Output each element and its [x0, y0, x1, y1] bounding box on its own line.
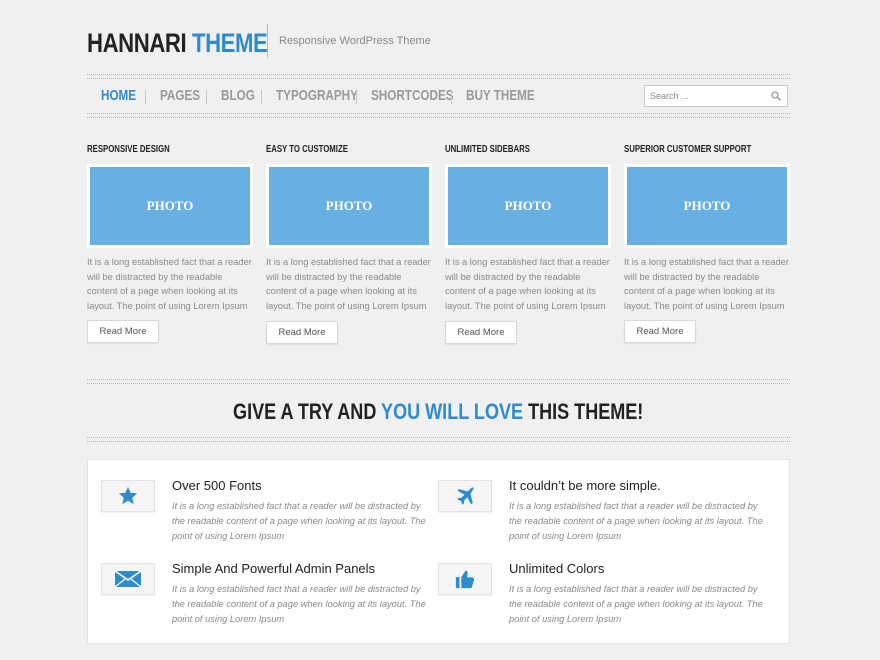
feature-block: SUPERIOR CUSTOMER SUPPORT PHOTO It is a … — [624, 144, 790, 343]
feature-photo: PHOTO — [87, 164, 253, 248]
nav-top-divider — [87, 74, 790, 79]
header-divider — [267, 24, 268, 58]
logo-text-accent: THEME — [191, 28, 268, 58]
cta-bottom-divider — [87, 437, 790, 442]
star-icon — [101, 480, 155, 512]
services-panel: Over 500 Fonts It is a long established … — [87, 459, 790, 644]
read-more-button[interactable]: Read More — [87, 320, 159, 343]
feature-block: RESPONSIVE DESIGN PHOTO It is a long est… — [87, 144, 253, 343]
cta-text-end: THIS THEME! — [528, 399, 644, 424]
cta-text-start: GIVE A TRY AND — [233, 399, 377, 424]
feature-text: It is a long established fact that a rea… — [624, 257, 789, 311]
feature-title: RESPONSIVE DESIGN — [87, 144, 170, 155]
nav-item-blog[interactable]: BLOG — [221, 87, 255, 104]
photo-placeholder: PHOTO — [90, 167, 250, 245]
feature-photo: PHOTO — [624, 164, 790, 248]
feature-photo: PHOTO — [445, 164, 611, 248]
read-more-button[interactable]: Read More — [445, 321, 517, 344]
feature-text: It is a long established fact that a rea… — [445, 257, 610, 311]
service-text: It is a long established fact that a rea… — [172, 584, 426, 624]
nav-separator — [451, 90, 452, 104]
cta-heading: GIVE A TRY AND YOU WILL LOVE THIS THEME! — [87, 399, 790, 425]
envelope-icon — [101, 563, 155, 595]
search-input[interactable] — [645, 86, 768, 106]
cta-text-highlight: YOU WILL LOVE — [381, 399, 524, 424]
feature-title: UNLIMITED SIDEBARS — [445, 144, 530, 155]
nav-separator — [261, 90, 262, 104]
feature-text: It is a long established fact that a rea… — [266, 257, 431, 311]
read-more-button[interactable]: Read More — [266, 321, 338, 344]
read-more-button[interactable]: Read More — [624, 320, 696, 343]
service-title: Simple And Powerful Admin Panels — [172, 561, 376, 576]
nav-item-home[interactable]: HOME — [101, 87, 136, 104]
nav-separator — [145, 90, 146, 104]
search-icon[interactable] — [771, 91, 781, 101]
site-tagline: Responsive WordPress Theme — [279, 35, 431, 47]
airplane-icon — [438, 480, 492, 512]
photo-placeholder: PHOTO — [269, 167, 429, 245]
feature-photo: PHOTO — [266, 164, 432, 248]
search-box — [644, 85, 788, 107]
nav-bottom-divider — [87, 113, 790, 118]
service-title: Over 500 Fonts — [172, 478, 262, 493]
nav-item-pages[interactable]: PAGES — [160, 87, 200, 104]
thumbs-up-icon — [438, 563, 492, 595]
feature-title: SUPERIOR CUSTOMER SUPPORT — [624, 144, 752, 155]
photo-placeholder: PHOTO — [448, 167, 608, 245]
service-text: It is a long established fact that a rea… — [509, 501, 763, 541]
feature-text: It is a long established fact that a rea… — [87, 257, 252, 311]
nav-item-typography[interactable]: TYPOGRAPHY — [276, 87, 358, 104]
logo-text-primary: HANNARI — [87, 28, 187, 58]
site-logo[interactable]: HANNARI THEME — [87, 28, 268, 59]
service-title: Unlimited Colors — [509, 561, 605, 576]
service-text: It is a long established fact that a rea… — [172, 501, 426, 541]
nav-separator — [206, 90, 207, 104]
nav-item-buy-theme[interactable]: BUY THEME — [466, 87, 535, 104]
photo-placeholder: PHOTO — [627, 167, 787, 245]
cta-top-divider — [87, 379, 790, 384]
service-title: It couldn’t be more simple. — [509, 478, 661, 493]
nav-separator — [356, 90, 357, 104]
nav-item-shortcodes[interactable]: SHORTCODES — [371, 87, 454, 104]
feature-block: UNLIMITED SIDEBARS PHOTO It is a long es… — [445, 144, 611, 344]
service-text: It is a long established fact that a rea… — [509, 584, 763, 624]
feature-block: EASY TO CUSTOMIZE PHOTO It is a long est… — [266, 144, 432, 344]
feature-title: EASY TO CUSTOMIZE — [266, 144, 348, 155]
